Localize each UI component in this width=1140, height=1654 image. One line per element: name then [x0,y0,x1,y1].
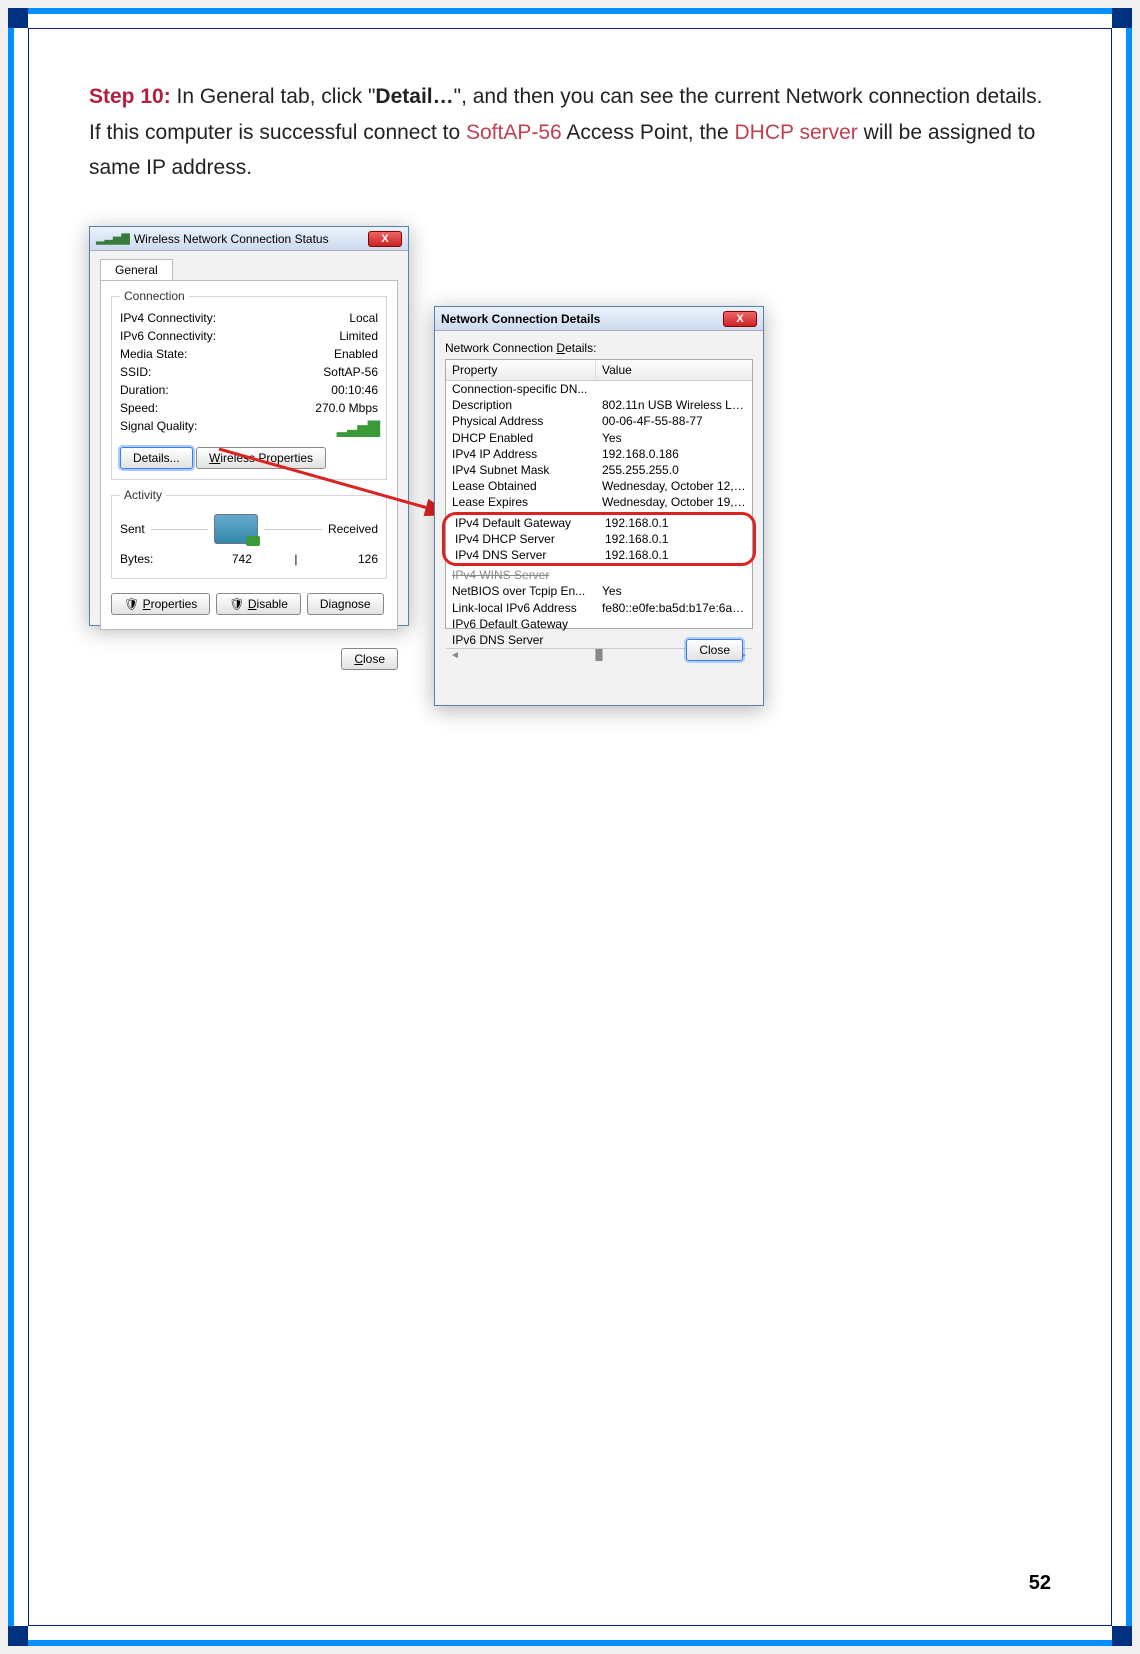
row-duration: Duration:00:10:46 [120,381,378,399]
col-value: Value [596,360,638,380]
recv-value: 126 [358,550,378,568]
properties-button[interactable]: 🛡 Properties [111,593,210,615]
legend-activity: Activity [120,488,166,502]
monitor-icon [214,514,258,544]
bold-detail: Detail… [375,85,453,108]
close-icon[interactable]: X [368,231,402,247]
signal-bars-icon: ▂▃▅▇ [337,417,378,441]
details-title: Network Connection Details [441,312,600,326]
status-titlebar: ▂▃▅▇ Wireless Network Connection Status … [90,227,408,251]
col-property: Property [446,360,596,380]
details-close-button[interactable]: Close [686,639,743,661]
row-media: Media State:Enabled [120,345,378,363]
wireless-properties-button[interactable]: WWireless Propertiesireless Properties [196,447,326,469]
tab-general[interactable]: General [100,259,173,280]
status-title: Wireless Network Connection Status [134,232,329,246]
status-window: ▂▃▅▇ Wireless Network Connection Status … [89,226,409,626]
page-number: 52 [1029,1572,1051,1595]
row-signal: Signal Quality:▂▃▅▇ [120,417,378,441]
row-ipv6conn: IPv6 Connectivity:Limited [120,327,378,345]
step-paragraph: Step 10: In General tab, click "Detail…"… [89,79,1051,186]
details-grid: Property Value Connection-specific DN...… [445,359,753,629]
bytes-label: Bytes: [120,550,153,568]
row-ssid: SSID:SoftAP-56 [120,363,378,381]
softap-text: SoftAP-56 [466,121,562,144]
received-label: Received [328,522,378,536]
signal-icon: ▂▃▅▇ [96,232,130,245]
legend-connection: Connection [120,289,189,303]
disable-button[interactable]: 🛡 Disable [216,593,301,615]
details-titlebar: Network Connection Details X [435,307,763,331]
details-label: Network Connection Details: [445,341,753,355]
sent-value: 742 [232,550,252,568]
row-speed: Speed:270.0 Mbps [120,399,378,417]
close-icon[interactable]: X [723,311,757,327]
sent-label: Sent [120,522,145,536]
diagnose-button[interactable]: Diagnose [307,593,384,615]
details-window: Network Connection Details X Network Con… [434,306,764,706]
close-button[interactable]: Close [341,648,398,670]
highlight-ring: IPv4 Default Gateway192.168.0.1 IPv4 DHC… [442,512,756,567]
details-button[interactable]: Details... [120,447,193,469]
dhcp-text: DHCP server [735,121,858,144]
step-label: Step 10: [89,85,171,108]
row-ipv4conn: IPv4 Connectivity:Local [120,309,378,327]
